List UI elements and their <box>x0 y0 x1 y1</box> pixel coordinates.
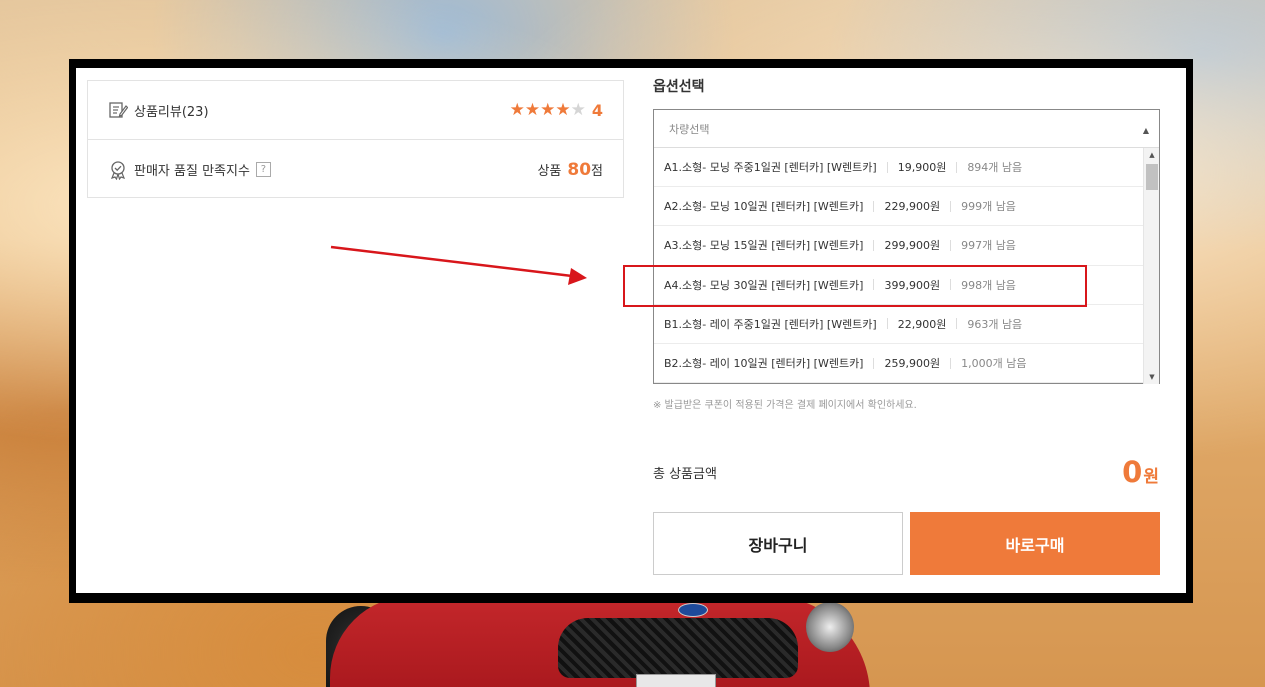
divider <box>950 200 952 212</box>
option-item[interactable]: B2.소형- 레이 10일권 [렌터카] [W렌트카] 259,900원 1,0… <box>654 344 1143 384</box>
option-item[interactable]: A2.소형- 모닝 10일권 [렌터카] [W렌트카] 229,900원 999… <box>654 187 1143 227</box>
option-item[interactable]: A1.소형- 모닝 주중1일권 [렌터카] [W렌트카] 19,900원 894… <box>654 148 1143 188</box>
annotation-highlight-box <box>623 265 1087 307</box>
quality-label: 판매자 품질 만족지수 <box>134 164 250 179</box>
option-stock: 963개 남음 <box>967 317 1023 331</box>
divider <box>950 357 952 369</box>
review-rating: ★★★★★ 4 <box>510 100 603 120</box>
help-icon[interactable]: ? <box>255 162 271 177</box>
divider <box>886 161 888 173</box>
divider <box>873 200 875 212</box>
option-scrollbar[interactable]: ▲ ▼ <box>1143 148 1159 384</box>
divider <box>956 161 958 173</box>
quality-score: 80 <box>567 159 592 180</box>
option-price: 22,900원 <box>897 317 947 331</box>
quality-score-group: 상품 80 점 <box>537 160 603 180</box>
total-amount: 0 원 <box>1122 455 1159 489</box>
total-unit: 원 <box>1143 467 1159 487</box>
vehicle-option-select[interactable]: 차량선택 ▲ A1.소형- 모닝 주중1일권 [렌터카] [W렌트카] 19,9… <box>653 109 1160 384</box>
divider <box>956 318 958 330</box>
review-edit-icon <box>109 102 128 118</box>
option-title: 옵션선택 <box>653 79 705 95</box>
option-price: 259,900원 <box>884 357 941 371</box>
review-label: 상품리뷰(23) <box>134 104 209 120</box>
option-name: A2.소형- 모닝 10일권 [렌터카] [W렌트카] <box>664 200 864 214</box>
buy-now-button[interactable]: 바로구매 <box>910 512 1160 575</box>
quality-unit: 점 <box>591 164 603 179</box>
quality-prefix: 상품 <box>537 164 562 179</box>
scroll-down-arrow-icon[interactable]: ▼ <box>1144 370 1160 384</box>
car-grille-photo <box>558 618 798 678</box>
quality-row: 판매자 품질 만족지수 ? 상품 80 점 <box>88 140 623 199</box>
option-item[interactable]: B1.소형- 레이 주중1일권 [렌터카] [W렌트카] 22,900원 963… <box>654 305 1143 344</box>
car-plate-photo <box>636 674 716 687</box>
option-name: A1.소형- 모닝 주중1일권 [렌터카] [W렌트카] <box>664 161 877 175</box>
award-badge-icon <box>110 160 126 180</box>
car-logo-photo <box>678 603 708 617</box>
star-rating: ★★★★★ <box>509 100 586 120</box>
option-price: 299,900원 <box>884 239 941 253</box>
total-value: 0 <box>1122 455 1143 489</box>
option-stock: 997개 남음 <box>961 239 1016 253</box>
option-stock: 894개 남음 <box>967 161 1023 175</box>
option-name: B2.소형- 레이 10일권 [렌터카] [W렌트카] <box>664 357 864 371</box>
review-row[interactable]: 상품리뷰(23) ★★★★★ 4 <box>88 81 623 140</box>
divider <box>873 357 875 369</box>
divider <box>873 239 875 251</box>
product-info-box: 상품리뷰(23) ★★★★★ 4 판매자 품질 만족지수 ? 상품 80 점 <box>87 80 624 198</box>
caret-up-icon: ▲ <box>1142 126 1149 135</box>
option-name: A3.소형- 모닝 15일권 [렌터카] [W렌트카] <box>664 239 864 253</box>
option-price: 19,900원 <box>897 161 947 175</box>
car-headlight-photo <box>806 602 854 652</box>
select-placeholder-row[interactable]: 차량선택 ▲ <box>654 110 1159 148</box>
divider <box>950 239 952 251</box>
total-label: 총 상품금액 <box>653 467 717 482</box>
coupon-notice: ※ 발급받은 쿠폰이 적용된 가격은 결제 페이지에서 확인하세요. <box>653 400 917 411</box>
option-price: 229,900원 <box>884 200 941 214</box>
add-to-cart-button[interactable]: 장바구니 <box>653 512 903 575</box>
scroll-up-arrow-icon[interactable]: ▲ <box>1144 148 1160 162</box>
divider <box>886 318 888 330</box>
option-name: B1.소형- 레이 주중1일권 [렌터카] [W렌트카] <box>664 317 877 331</box>
option-stock: 999개 남음 <box>961 200 1016 214</box>
scroll-thumb[interactable] <box>1146 164 1158 190</box>
option-stock: 1,000개 남음 <box>961 357 1027 371</box>
option-item[interactable]: A3.소형- 모닝 15일권 [렌터카] [W렌트카] 299,900원 997… <box>654 226 1143 266</box>
select-placeholder: 차량선택 <box>669 122 710 136</box>
review-score: 4 <box>591 100 603 120</box>
